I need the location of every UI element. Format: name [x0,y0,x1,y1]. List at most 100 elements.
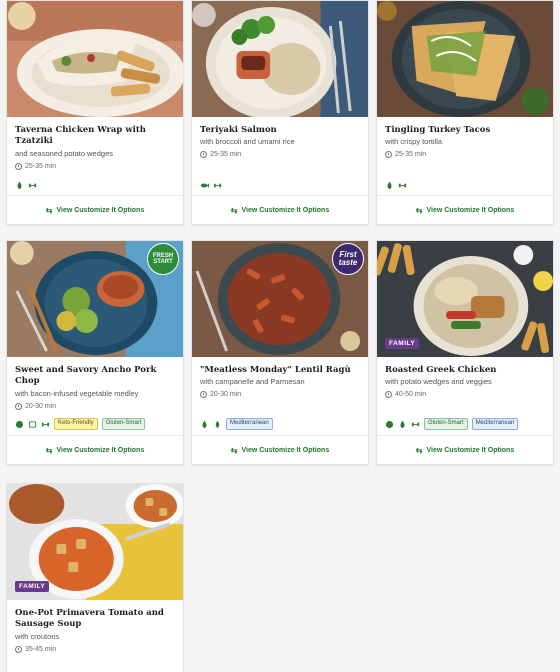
card-body: Tingling Turkey Tacos with crispy tortil… [377,117,553,195]
recipe-tags [385,181,407,190]
clock-icon [15,162,22,170]
first-taste-badge: First taste [332,243,364,275]
card-body: Sweet and Savory Ancho Pork Chop with ba… [7,357,183,435]
recipe-title[interactable]: Sweet and Savory Ancho Pork Chop [15,365,175,388]
card-body: Roasted Greek Chicken with potato wedges… [377,357,553,435]
cook-time: 25-35 min [15,162,175,170]
cook-time-label: 20-30 min [25,402,57,410]
recipe-tags [15,181,37,190]
clock-icon [200,151,207,159]
swap-icon: ⇆ [45,446,53,455]
easy-cleanup-icon [28,420,37,428]
recipe-title[interactable]: Roasted Greek Chicken [385,365,545,376]
recipe-grid: Taverna Chicken Wrap with Tzatziki and s… [0,0,560,672]
clock-icon [385,151,392,159]
cook-time-label: 40-50 min [395,391,427,399]
customize-options-label: View Customize It Options [241,447,330,454]
swap-icon: ⇆ [230,446,238,455]
recipe-card[interactable]: FAMILY One-Pot Primavera Tomato and Saus… [6,483,184,672]
recipe-photo[interactable]: FAMILY [7,484,183,600]
cook-time: 25-35 min [200,151,360,159]
calorie-smart-icon [387,181,392,190]
mediterranean-tag: Mediterranean [471,418,519,430]
clock-icon [15,402,22,410]
recipe-card[interactable]: FAMILY Roasted Greek Chicken with potato… [376,240,554,465]
card-body: "Meatless Monday" Lentil Ragù with campa… [192,357,368,435]
recipe-subtitle: with broccoli and umami rice [200,137,295,147]
cook-time-label: 35-45 min [25,645,57,653]
customize-options-link[interactable]: ⇆ View Customize It Options [192,195,368,224]
customize-options-link[interactable]: ⇆ View Customize It Options [7,195,183,224]
recipe-tags [200,181,222,190]
cook-time-label: 25-35 min [25,162,57,170]
keto-friendly-tag: Keto-Friendly [54,418,98,430]
swap-icon: ⇆ [230,206,238,215]
cook-time-label: 20-30 min [210,391,242,399]
protein-icon [411,422,420,426]
recipe-card[interactable]: First taste "Meatless Monday" Lentil Rag… [191,240,369,465]
swap-icon: ⇆ [415,446,423,455]
recipe-photo[interactable]: First taste [192,241,368,357]
customize-options-link[interactable]: ⇆ View Customize It Options [377,435,553,464]
clock-icon [15,645,22,653]
gluten-smart-tag: Gluten-Smart [424,418,468,430]
cook-time: 25-35 min [385,151,545,159]
recipe-tags: Mediterranean [200,418,273,430]
card-body: Teriyaki Salmon with broccoli and umami … [192,117,368,195]
recipe-photo[interactable] [377,1,553,117]
recipe-card[interactable]: Taverna Chicken Wrap with Tzatziki and s… [6,0,184,225]
recipe-photo[interactable]: FRESH START [7,241,183,357]
customize-options-link[interactable]: ⇆ View Customize It Options [7,435,183,464]
customize-options-label: View Customize It Options [56,447,145,454]
customize-options-label: View Customize It Options [426,447,515,454]
recipe-title[interactable]: Teriyaki Salmon [200,125,360,136]
cook-time-label: 25-35 min [395,151,427,159]
family-badge: FAMILY [15,581,50,592]
fish-icon [200,183,209,188]
customize-options-link[interactable]: ⇆ View Customize It Options [377,195,553,224]
fresh-start-badge: FRESH START [147,243,179,275]
recipe-subtitle: with potato wedges and veggies [385,377,492,387]
recipe-tags: Gluten-Smart Mediterranean [385,418,519,430]
cook-time: 35-45 min [15,645,175,653]
calorie-smart-icon [202,420,207,428]
calorie-smart-icon [400,420,405,428]
swap-icon: ⇆ [415,206,423,215]
recipe-subtitle: with croutons [15,631,60,641]
recipe-photo[interactable]: FAMILY [377,241,553,357]
cook-time-label: 25-35 min [210,151,242,159]
customize-options-label: View Customize It Options [241,207,330,214]
carb-smart-icon [15,420,24,428]
recipe-title[interactable]: Taverna Chicken Wrap with Tzatziki [15,125,175,148]
cook-time: 20-30 min [200,391,360,399]
cook-time: 40-50 min [385,391,545,399]
family-badge: FAMILY [385,338,420,349]
cook-time: 20-30 min [15,402,175,410]
recipe-card[interactable]: FRESH START Sweet and Savory Ancho Pork … [6,240,184,465]
recipe-photo[interactable] [7,1,183,117]
recipe-subtitle: with crispy tortilla [385,137,443,147]
mediterranean-tag: Mediterranean [226,418,273,430]
recipe-subtitle: with bacon-infused vegetable medley [15,388,139,398]
recipe-title[interactable]: "Meatless Monday" Lentil Ragù [200,365,360,376]
customize-options-label: View Customize It Options [426,207,515,214]
card-body: One-Pot Primavera Tomato and Sausage Sou… [7,600,183,672]
swap-icon: ⇆ [45,206,53,215]
clock-icon [385,391,392,399]
recipe-title[interactable]: One-Pot Primavera Tomato and Sausage Sou… [15,608,175,631]
recipe-photo[interactable] [192,1,368,117]
recipe-subtitle: with campanelle and Parmesan [200,377,305,387]
recipe-card[interactable]: Teriyaki Salmon with broccoli and umami … [191,0,369,225]
clock-icon [200,391,207,399]
gluten-smart-tag: Gluten-Smart [101,418,146,430]
recipe-subtitle: and seasoned potato wedges [15,148,113,158]
protein-icon [398,183,407,188]
carb-smart-icon [385,420,394,428]
customize-options-label: View Customize It Options [56,207,145,214]
customize-options-link[interactable]: ⇆ View Customize It Options [192,435,368,464]
protein-icon [213,183,222,188]
protein-icon [41,422,50,426]
recipe-card[interactable]: Tingling Turkey Tacos with crispy tortil… [376,0,554,225]
card-body: Taverna Chicken Wrap with Tzatziki and s… [7,117,183,195]
recipe-title[interactable]: Tingling Turkey Tacos [385,125,545,136]
